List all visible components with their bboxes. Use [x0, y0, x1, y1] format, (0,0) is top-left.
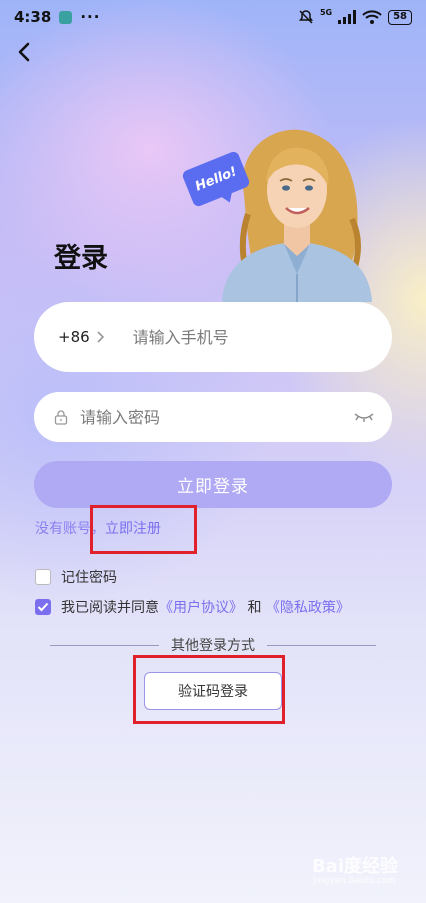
user-agreement-link[interactable]: 《用户协议》 — [159, 597, 243, 617]
watermark-text: Bai度经验 — [311, 856, 398, 877]
wifi-icon — [362, 10, 382, 24]
other-login-label: 其他登录方式 — [171, 638, 255, 654]
other-login-divider: 其他登录方式 — [50, 635, 376, 655]
status-bar: 4:38 ··· 5G 58 — [0, 0, 426, 34]
phone-input[interactable] — [132, 327, 353, 347]
eye-closed-icon[interactable] — [354, 411, 374, 423]
remember-password-row[interactable]: 记住密码 — [35, 567, 117, 587]
lock-icon — [54, 410, 68, 425]
divider-line-left — [50, 644, 159, 646]
watermark-subtext: jingyan.baidu.com — [312, 876, 396, 886]
phone-field: +86 — [34, 302, 392, 372]
privacy-policy-link[interactable]: 《隐私政策》 — [266, 597, 350, 617]
page-title: 登录 — [54, 243, 108, 274]
hero-portrait-illustration — [222, 129, 372, 302]
agreement-checkbox[interactable] — [35, 599, 51, 615]
remember-password-label: 记住密码 — [61, 570, 117, 586]
password-input[interactable] — [80, 407, 354, 427]
back-button[interactable] — [10, 38, 38, 66]
chevron-right-icon — [97, 331, 104, 343]
signal-icon — [338, 10, 357, 24]
baidu-jingyan-watermark: Bai度经验 jingyan.baidu.com — [311, 852, 398, 886]
chevron-left-icon — [18, 42, 30, 62]
more-notifications-icon: ··· — [80, 8, 101, 26]
country-code-label: +86 — [58, 328, 90, 346]
mute-bell-icon — [298, 10, 313, 24]
network-label: 5G — [319, 7, 333, 17]
agreement-row: 我已阅读并同意 《用户协议》 和 《隐私政策》 — [35, 597, 350, 617]
agreement-and: 和 — [243, 600, 266, 616]
country-code-selector[interactable]: +86 — [58, 328, 105, 346]
battery-icon: 58 — [388, 9, 412, 25]
login-button[interactable]: 立即登录 — [34, 461, 392, 508]
app-notification-icon — [59, 10, 73, 24]
divider-line-right — [267, 644, 376, 646]
highlight-box-register — [90, 505, 197, 554]
agreement-prefix: 我已阅读并同意 — [61, 600, 159, 616]
status-right: 5G 58 — [298, 7, 412, 25]
password-field — [34, 392, 392, 442]
highlight-box-sms-login — [133, 655, 285, 724]
status-time: 4:38 — [14, 8, 52, 26]
remember-password-checkbox[interactable] — [35, 569, 51, 585]
checkmark-icon — [37, 602, 49, 612]
